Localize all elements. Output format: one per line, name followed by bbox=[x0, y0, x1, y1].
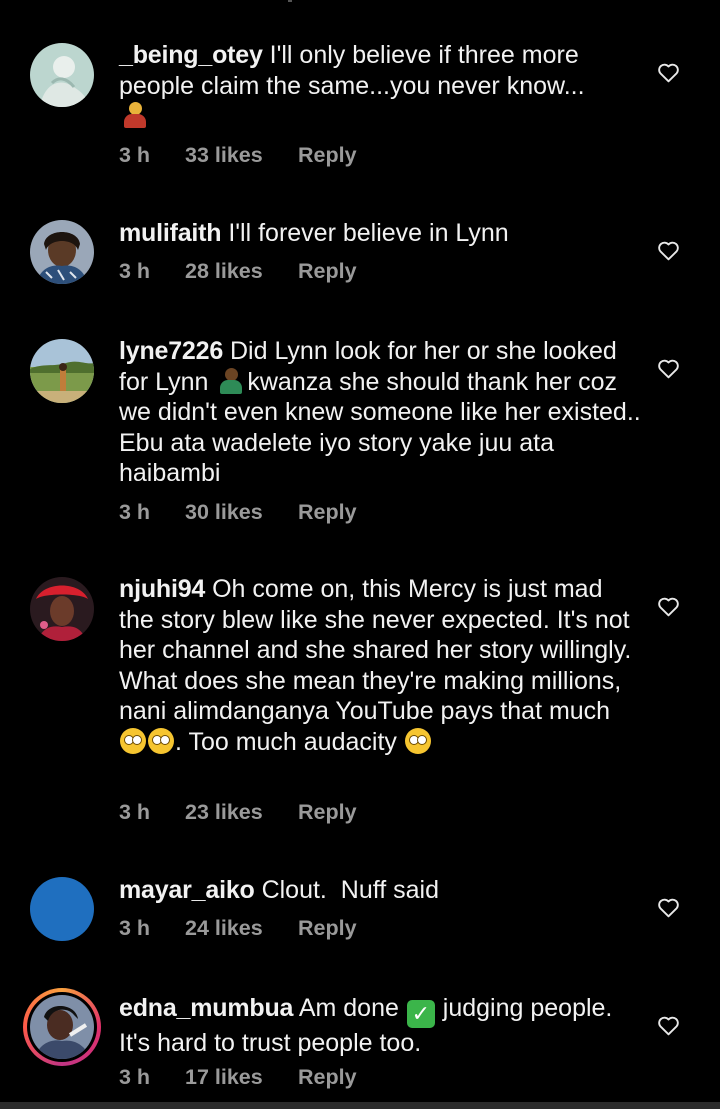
comment-text: _being_otey I'll only believe if three m… bbox=[119, 40, 644, 132]
comment-meta: 3 h 24 likes Reply bbox=[119, 916, 357, 941]
comment-text: mayar_aiko Clout. Nuff said bbox=[119, 875, 644, 906]
timestamp: 3 h bbox=[119, 500, 151, 524]
comment-text: mulifaith I'll forever believe in Lynn bbox=[119, 218, 644, 249]
likes-count[interactable]: 33 likes bbox=[185, 143, 298, 168]
username[interactable]: lyne7226 bbox=[119, 337, 223, 365]
reply-button[interactable]: Reply bbox=[298, 916, 357, 941]
like-heart-icon[interactable] bbox=[656, 594, 681, 619]
face-with-rolling-eyes-emoji bbox=[120, 727, 146, 754]
timestamp: 3 h bbox=[119, 259, 151, 283]
likes-count[interactable]: 28 likes bbox=[185, 259, 298, 284]
avatar[interactable] bbox=[30, 877, 94, 941]
reply-button[interactable]: Reply bbox=[298, 500, 357, 525]
bottom-bar bbox=[0, 1102, 720, 1109]
comment-meta: 3 h 23 likes Reply bbox=[119, 800, 357, 825]
likes-count[interactable]: 23 likes bbox=[185, 800, 298, 825]
username[interactable]: mulifaith bbox=[119, 219, 222, 247]
like-heart-icon[interactable] bbox=[656, 1013, 681, 1038]
face-with-rolling-eyes-emoji bbox=[148, 727, 174, 754]
timestamp: 3 h bbox=[119, 1065, 151, 1089]
like-heart-icon[interactable] bbox=[656, 356, 681, 381]
reply-button[interactable]: Reply bbox=[298, 1065, 357, 1090]
comment-meta: 3 h 28 likes Reply bbox=[119, 259, 357, 284]
likes-count[interactable]: 17 likes bbox=[185, 1065, 298, 1090]
like-heart-icon[interactable] bbox=[656, 238, 681, 263]
timestamp: 3 h bbox=[119, 916, 151, 940]
status-indicator bbox=[288, 0, 292, 2]
reply-button[interactable]: Reply bbox=[298, 143, 357, 168]
person-shrugging-emoji bbox=[120, 102, 150, 128]
comment-text: edna_mumbua Am done ✓ judging people. It… bbox=[119, 993, 644, 1059]
timestamp: 3 h bbox=[119, 143, 151, 167]
reply-button[interactable]: Reply bbox=[298, 259, 357, 284]
avatar[interactable] bbox=[30, 220, 94, 284]
like-heart-icon[interactable] bbox=[656, 60, 681, 85]
likes-count[interactable]: 24 likes bbox=[185, 916, 298, 941]
avatar[interactable] bbox=[30, 43, 94, 107]
comment-body: Clout. Nuff said bbox=[261, 876, 439, 904]
person-facepalming-emoji bbox=[216, 367, 246, 394]
username[interactable]: mayar_aiko bbox=[119, 876, 255, 904]
comment-body: I'll forever believe in Lynn bbox=[228, 219, 509, 247]
comment-meta: 3 h 17 likes Reply bbox=[119, 1065, 357, 1090]
avatar[interactable] bbox=[30, 339, 94, 403]
comment-text: lyne7226 Did Lynn look for her or she lo… bbox=[119, 336, 644, 489]
likes-count[interactable]: 30 likes bbox=[185, 500, 298, 525]
comment-text: njuhi94 Oh come on, this Mercy is just m… bbox=[119, 574, 644, 757]
timestamp: 3 h bbox=[119, 800, 151, 824]
reply-button[interactable]: Reply bbox=[298, 800, 357, 825]
like-heart-icon[interactable] bbox=[656, 895, 681, 920]
username[interactable]: _being_otey bbox=[119, 41, 263, 69]
avatar[interactable] bbox=[30, 577, 94, 641]
comment-body-cont: . Too much audacity bbox=[175, 727, 397, 756]
comment-meta: 3 h 33 likes Reply bbox=[119, 143, 357, 168]
face-with-rolling-eyes-emoji bbox=[404, 727, 431, 754]
comment-meta: 3 h 30 likes Reply bbox=[119, 500, 357, 525]
username[interactable]: edna_mumbua bbox=[119, 994, 293, 1022]
check-mark-emoji: ✓ bbox=[406, 1000, 435, 1028]
comment-body: Am done bbox=[298, 994, 399, 1022]
username[interactable]: njuhi94 bbox=[119, 575, 205, 603]
avatar-story-ring[interactable] bbox=[23, 988, 101, 1066]
